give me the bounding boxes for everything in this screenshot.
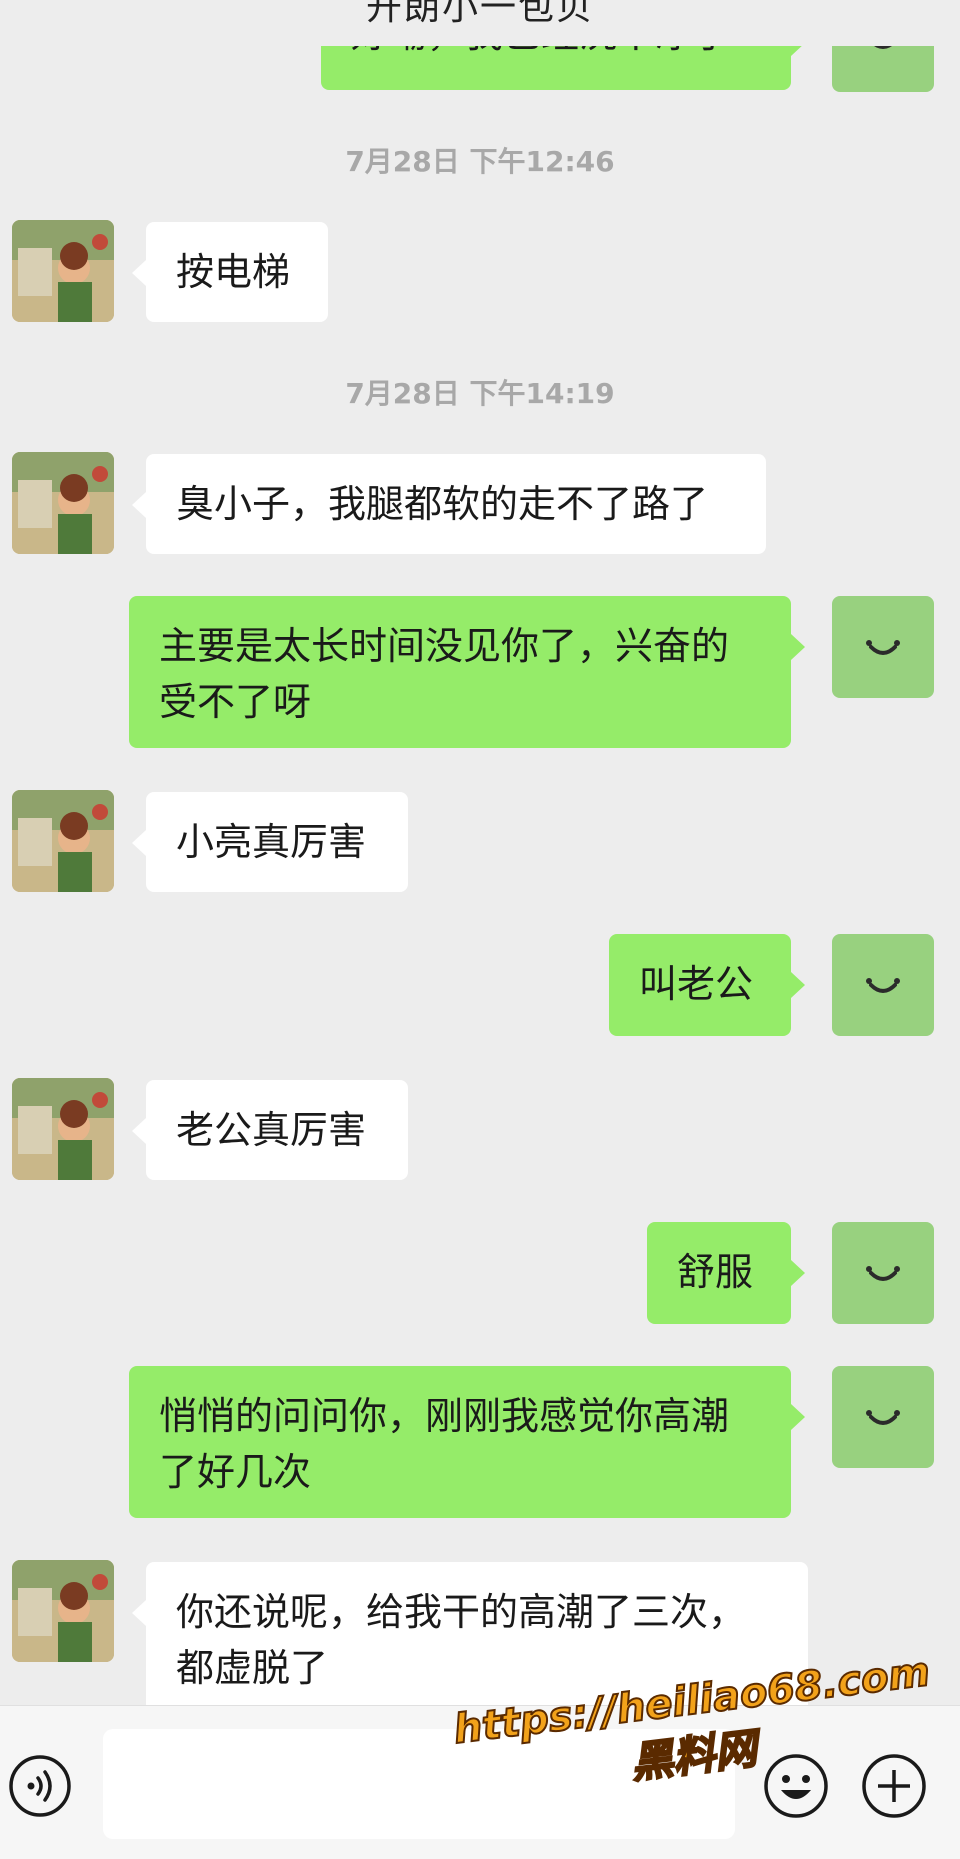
avatar-image — [12, 1078, 114, 1180]
contact-avatar[interactable] — [12, 220, 114, 322]
message-bubble-sent[interactable]: 叫老公 — [609, 934, 805, 1036]
avatar-image — [12, 790, 114, 892]
message-bubble-received[interactable]: 小亮真厉害 — [132, 792, 408, 892]
message-bubble-sent[interactable]: 舒服 — [647, 1222, 805, 1324]
my-avatar[interactable] — [832, 596, 934, 698]
timestamp: 7月28日 下午12:46 — [345, 145, 615, 178]
voice-icon — [9, 1755, 71, 1817]
my-avatar[interactable] — [832, 1222, 934, 1324]
avatar-image — [12, 452, 114, 554]
avatar-image — [12, 220, 114, 322]
avatar-image — [12, 1560, 114, 1662]
my-avatar[interactable] — [832, 1366, 934, 1468]
contact-avatar[interactable] — [12, 1560, 114, 1662]
message-bubble-received[interactable]: 臭小子，我腿都软的走不了路了 — [132, 454, 766, 554]
smile-icon — [866, 978, 900, 993]
chat-title: 开朗小一包贝 — [365, 0, 594, 28]
smile-icon — [866, 1410, 900, 1425]
contact-avatar[interactable] — [12, 452, 114, 554]
voice-button[interactable] — [8, 1754, 72, 1818]
message-bubble-sent[interactable]: 主要是太长时间没见你了，兴奋的受不了呀 — [129, 596, 805, 748]
smile-icon — [866, 640, 900, 655]
chat-header: 开朗小一包贝 — [0, 0, 960, 46]
message-bubble-sent[interactable]: 悄悄的问问你，刚刚我感觉你高潮了好几次 — [129, 1366, 805, 1518]
contact-avatar[interactable] — [12, 790, 114, 892]
my-avatar[interactable] — [832, 934, 934, 1036]
message-bubble-received[interactable]: 老公真厉害 — [132, 1080, 408, 1180]
contact-avatar[interactable] — [12, 1078, 114, 1180]
timestamp: 7月28日 下午14:19 — [345, 377, 615, 410]
message-bubble-received[interactable]: 按电梯 — [132, 222, 328, 322]
smile-icon — [866, 1266, 900, 1281]
